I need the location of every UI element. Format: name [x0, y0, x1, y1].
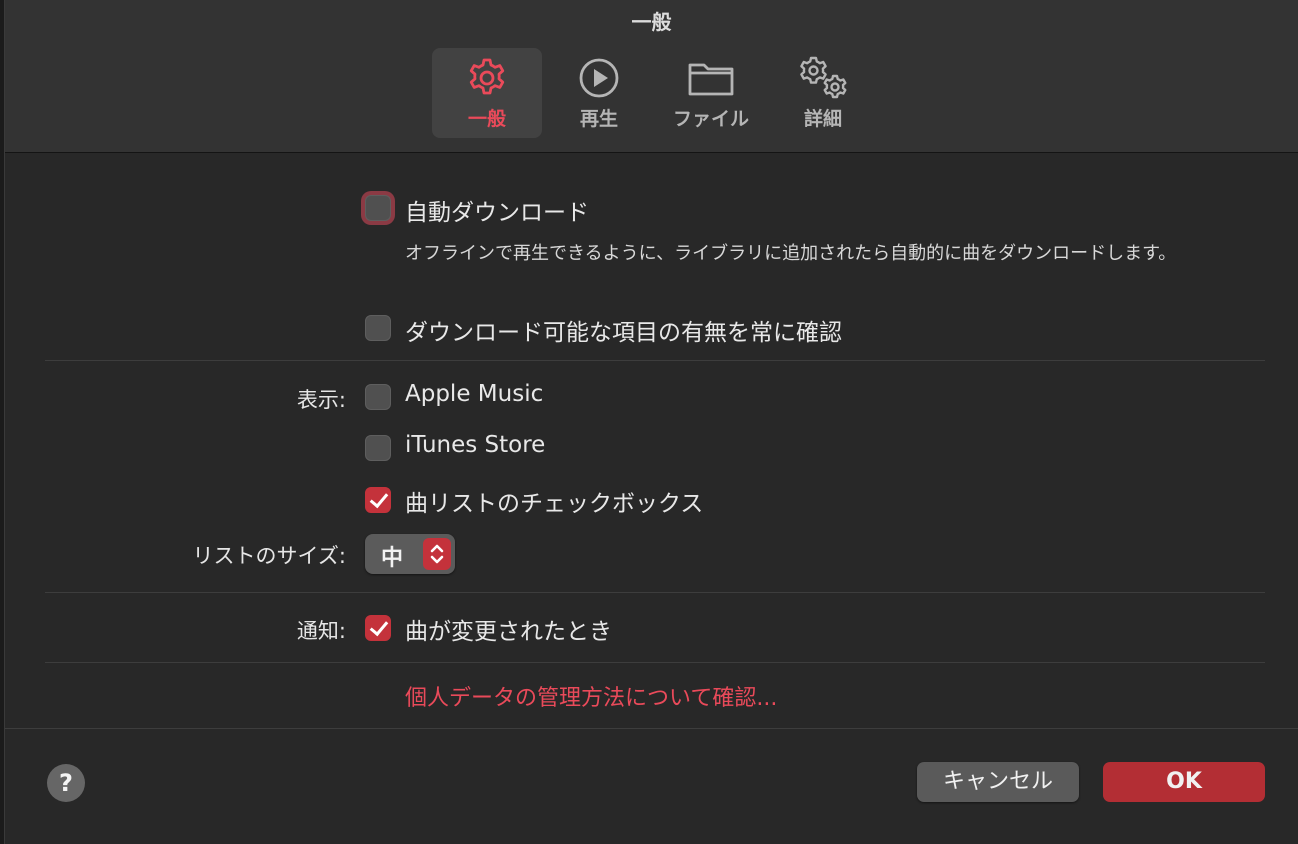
footer-divider: [5, 728, 1298, 729]
auto-download-label: 自動ダウンロード: [405, 200, 589, 226]
tab-playback-label: 再生: [579, 108, 618, 130]
display-label: 表示:: [296, 388, 346, 412]
tab-playback[interactable]: 再生: [544, 48, 654, 138]
itunes-store-checkbox[interactable]: [365, 435, 391, 461]
toolbar: 一般 一般 再生 ファイル 詳細: [5, 0, 1298, 153]
folder-icon: [688, 63, 734, 96]
ok-button[interactable]: OK: [1103, 762, 1265, 802]
tab-files[interactable]: ファイル: [656, 48, 766, 138]
gears-icon: [800, 56, 847, 99]
play-circle-icon: [579, 58, 619, 98]
preferences-window: 一般 一般 再生 ファイル 詳細 自動ダウンロード オフラインで再生できるように…: [4, 0, 1298, 844]
song-list-checkbox-label: 曲リストのチェックボックス: [405, 491, 704, 517]
notifications-label: 通知:: [296, 619, 346, 643]
song-change-label: 曲が変更されたとき: [405, 619, 612, 645]
apple-music-checkbox[interactable]: [365, 384, 391, 410]
divider: [45, 360, 1265, 361]
gear-icon: [469, 58, 505, 95]
song-change-checkbox[interactable]: [365, 615, 391, 641]
song-list-checkbox[interactable]: [365, 487, 391, 513]
tab-general-label: 一般: [467, 108, 506, 130]
updown-arrows-icon: [423, 538, 451, 570]
divider: [45, 662, 1265, 663]
list-size-label: リストのサイズ:: [192, 544, 346, 568]
divider: [45, 592, 1265, 593]
tab-advanced-label: 詳細: [803, 108, 842, 130]
tab-general[interactable]: 一般: [432, 48, 542, 138]
auto-download-description: オフラインで再生できるように、ライブラリに追加されたら自動的に曲をダウンロードし…: [405, 243, 1177, 264]
check-downloads-label: ダウンロード可能な項目の有無を常に確認: [405, 320, 842, 346]
tab-files-label: ファイル: [672, 108, 749, 130]
cancel-button[interactable]: キャンセル: [917, 762, 1079, 802]
window-title: 一般: [631, 10, 672, 34]
list-size-value: 中: [381, 546, 404, 571]
itunes-store-label: iTunes Store: [405, 432, 546, 458]
check-downloads-checkbox[interactable]: [365, 315, 391, 341]
list-size-select[interactable]: 中: [365, 534, 455, 574]
privacy-link[interactable]: 個人データの管理方法について確認...: [405, 680, 777, 712]
apple-music-label: Apple Music: [405, 381, 544, 407]
auto-download-checkbox[interactable]: [365, 195, 391, 221]
help-button[interactable]: ?: [47, 764, 85, 802]
tab-advanced[interactable]: 詳細: [768, 48, 878, 138]
